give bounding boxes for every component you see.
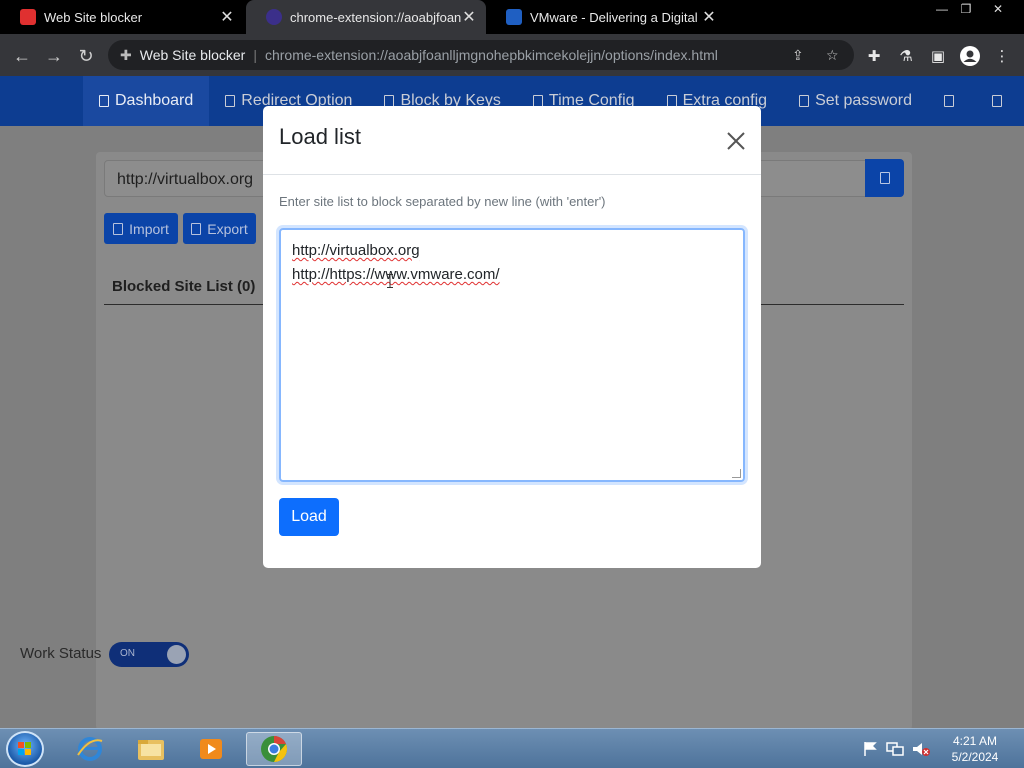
taskbar-media-player[interactable] <box>183 732 239 766</box>
work-status-toggle[interactable]: ON <box>109 642 189 667</box>
taskbar-explorer[interactable] <box>123 732 179 766</box>
site-list-textarea[interactable]: http://virtualbox.org http://https://www… <box>279 228 745 482</box>
network-icon[interactable] <box>886 741 904 757</box>
tab-title: VMware - Delivering a Digital Fo <box>530 9 702 25</box>
media-player-icon <box>200 739 222 759</box>
action-center-flag-icon[interactable] <box>862 741 878 757</box>
ie-icon <box>77 737 103 761</box>
close-tab-icon[interactable]: ✕ <box>218 8 236 26</box>
bookmark-star-icon[interactable]: ☆ <box>826 40 839 70</box>
close-tab-icon[interactable]: ✕ <box>700 8 718 26</box>
close-tab-icon[interactable]: ✕ <box>460 8 478 26</box>
modal-hint: Enter site list to block separated by ne… <box>279 194 606 209</box>
forward-icon[interactable]: → <box>40 42 68 70</box>
extra-icon <box>944 95 954 107</box>
resize-grip[interactable] <box>732 469 741 478</box>
menu-kebab-icon[interactable]: ⋮ <box>992 46 1012 66</box>
close-window-icon[interactable]: ✕ <box>984 0 1012 18</box>
clock-date: 5/2/2024 <box>951 750 999 764</box>
back-icon[interactable]: ← <box>8 42 36 70</box>
volume-muted-icon[interactable] <box>912 741 930 757</box>
lock-icon <box>799 95 810 107</box>
modal-header: Load list <box>263 106 761 175</box>
toggle-label: ON <box>120 648 135 659</box>
tab-strip: Web Site blocker ✕ chrome-extension://ao… <box>0 0 1024 34</box>
toggle-knob <box>167 645 186 664</box>
windows-flag-icon <box>18 742 31 755</box>
restore-icon[interactable]: ❐ <box>952 0 980 18</box>
tab-title: Web Site blocker <box>44 9 143 25</box>
blocked-list-title: Blocked Site List (0) <box>112 278 256 295</box>
load-button[interactable]: Load <box>279 498 339 536</box>
modal-title: Load list <box>279 124 361 149</box>
lab-flask-icon[interactable]: ⚗ <box>896 46 916 66</box>
import-icon <box>113 222 124 235</box>
dashboard-icon <box>98 95 109 107</box>
nav-dashboard[interactable]: Dashboard <box>82 76 210 126</box>
site-name: Web Site blocker <box>139 47 246 63</box>
text-cursor-icon <box>387 274 393 288</box>
favicon-icon <box>20 9 36 25</box>
browser-toolbar: ← → ↻ ✚ Web Site blocker | chrome-extens… <box>0 34 1024 76</box>
clock-time: 4:21 AM <box>952 734 998 748</box>
load-list-modal: Load list Enter site list to block separ… <box>263 106 761 568</box>
nav-extra-icon-2[interactable] <box>976 76 1024 126</box>
taskbar-internet-explorer[interactable] <box>62 732 118 766</box>
url-text: chrome-extension://aoabjfoanlljmgnohepbk… <box>264 47 718 63</box>
export-icon <box>191 222 202 235</box>
extensions-icon[interactable]: ✚ <box>864 46 884 66</box>
folder-icon <box>138 740 164 760</box>
tab-web-site-blocker[interactable]: Web Site blocker ✕ <box>0 0 244 34</box>
nav-extra-icon-1[interactable] <box>928 76 976 126</box>
puzzle-icon: ✚ <box>120 46 132 63</box>
start-button[interactable] <box>6 731 44 767</box>
plus-icon <box>879 172 890 184</box>
separator: | <box>253 47 257 63</box>
share-icon[interactable]: ⇪ <box>792 40 804 70</box>
side-panel-icon[interactable]: ▣ <box>928 46 948 66</box>
redirect-icon <box>225 95 236 107</box>
nav-set-password[interactable]: Set password <box>783 76 928 126</box>
tab-title: chrome-extension://aoabjfoanllj <box>290 9 462 25</box>
system-tray <box>862 737 930 761</box>
extra-icon <box>992 95 1002 107</box>
export-button[interactable]: Export <box>183 213 256 244</box>
tab-chrome-extension[interactable]: chrome-extension://aoabjfoanllj ✕ <box>246 0 486 34</box>
favicon-icon <box>506 9 522 25</box>
favicon-icon <box>266 9 282 25</box>
reload-icon[interactable]: ↻ <box>72 42 100 70</box>
add-site-button[interactable] <box>865 159 904 197</box>
taskbar: 4:21 AM 5/2/2024 <box>0 728 1024 768</box>
taskbar-chrome[interactable] <box>246 732 302 766</box>
close-icon[interactable] <box>721 128 751 154</box>
tab-vmware[interactable]: VMware - Delivering a Digital Fo ✕ <box>486 0 726 34</box>
textarea-line: http://https://www.vmware.com/ <box>292 266 500 283</box>
system-clock[interactable]: 4:21 AM 5/2/2024 <box>945 733 1005 765</box>
address-bar[interactable]: ✚ Web Site blocker | chrome-extension://… <box>108 40 854 70</box>
profile-avatar-icon[interactable] <box>960 46 980 66</box>
textarea-line: http://virtualbox.org <box>292 242 420 259</box>
work-status-label: Work Status <box>20 645 102 662</box>
import-button[interactable]: Import <box>104 213 178 244</box>
chrome-icon <box>261 736 287 762</box>
